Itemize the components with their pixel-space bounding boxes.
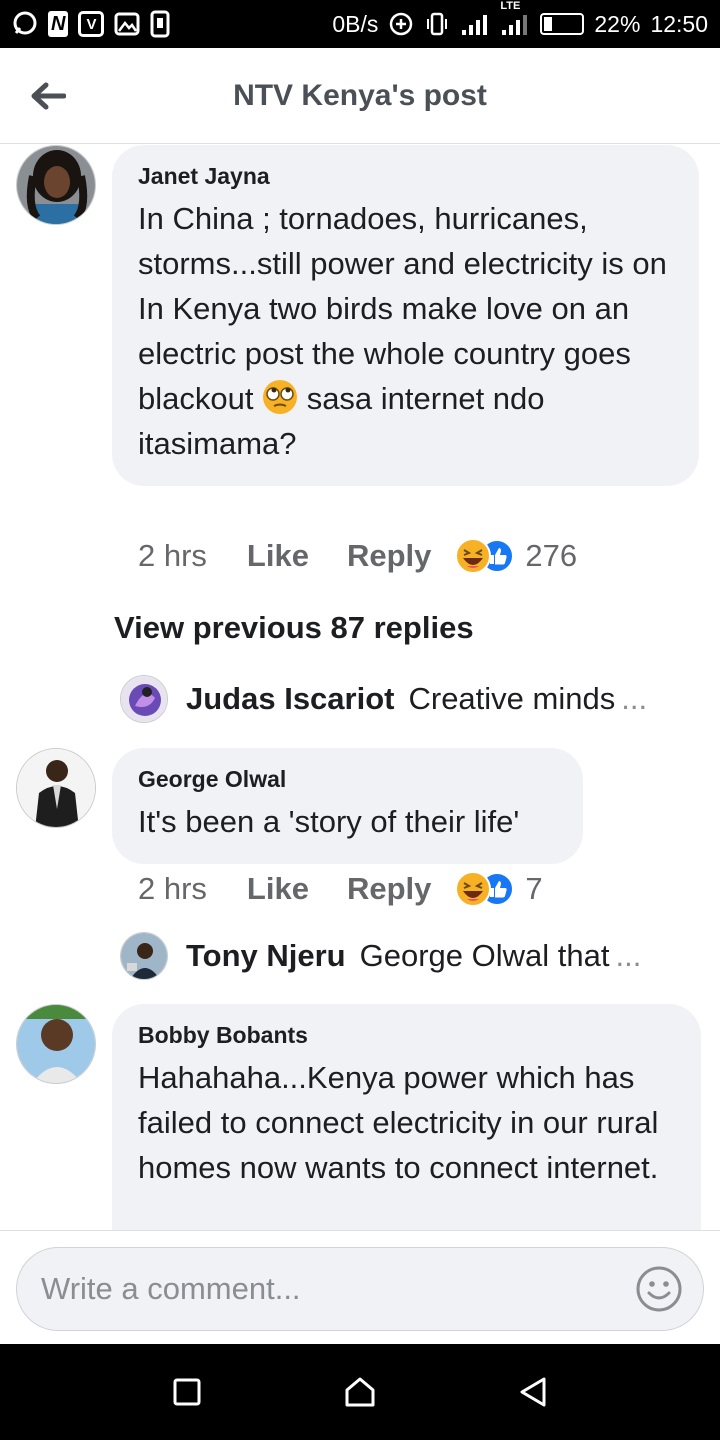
haha-reaction-icon	[455, 871, 492, 907]
triangle-back-icon	[520, 1377, 546, 1407]
eye-roll-emoji-icon	[262, 379, 298, 415]
comment-composer[interactable]	[16, 1247, 704, 1331]
battery-level: 22%	[594, 10, 641, 37]
comment-text: It's been a 'story of their life'	[138, 804, 520, 839]
comment-author[interactable]: Janet Jayna	[138, 163, 673, 190]
avatar[interactable]	[16, 1004, 96, 1084]
comment-input[interactable]	[41, 1271, 635, 1307]
page-title: NTV Kenya's post	[233, 78, 487, 112]
back-arrow-icon	[31, 82, 66, 109]
data-saver-icon	[388, 11, 414, 37]
clock: 12:50	[650, 10, 708, 37]
reply-ellipsis: ...	[621, 681, 648, 716]
comment-bubble[interactable]: George Olwal It's been a 'story of their…	[112, 748, 583, 864]
avatar[interactable]	[16, 145, 96, 225]
chat-bubble-icon	[12, 11, 38, 37]
network-type: LTE	[500, 0, 521, 12]
app-header: NTV Kenya's post	[0, 48, 720, 144]
avatar[interactable]	[16, 748, 96, 828]
comment-actions: 2 hrs Like Reply 276	[138, 538, 577, 574]
comment-time[interactable]: 2 hrs	[138, 538, 207, 574]
comment-time[interactable]: 2 hrs	[138, 871, 207, 907]
emoji-picker-icon[interactable]	[635, 1265, 683, 1313]
comment-text: In China ; tornadoes, hurricanes, storms…	[138, 196, 673, 466]
signal-icon	[460, 12, 490, 36]
reply-author[interactable]: Judas Iscariot	[186, 681, 394, 717]
lte-signal-icon: LTE	[500, 0, 530, 36]
comment-author[interactable]: Bobby Bobants	[138, 1022, 675, 1049]
home-button[interactable]	[330, 1362, 390, 1422]
comment-bubble[interactable]: Bobby Bobants Hahahaha...Kenya power whi…	[112, 1004, 701, 1230]
reply-snippet: George Olwal that	[359, 938, 610, 973]
reply-preview[interactable]: Judas Iscariot Creative minds ...	[120, 675, 680, 723]
square-icon	[173, 1378, 201, 1406]
comment-actions: 2 hrs Like Reply 7	[138, 871, 543, 907]
reaction-count[interactable]: 276	[525, 538, 577, 574]
status-bar: N V 0B/s LTE 22% 12:50	[0, 0, 720, 48]
vibrate-icon	[424, 11, 450, 37]
home-icon	[345, 1377, 375, 1407]
reaction-count[interactable]: 7	[525, 871, 542, 907]
view-previous-replies-link[interactable]: View previous 87 replies	[114, 610, 474, 646]
recent-apps-button[interactable]	[157, 1362, 217, 1422]
haha-reaction-icon	[455, 538, 492, 574]
net-speed: 0B/s	[332, 10, 379, 37]
back-button[interactable]	[0, 48, 96, 144]
comment-composer-bar	[0, 1230, 720, 1344]
reply-ellipsis: ...	[615, 938, 642, 973]
reply-snippet: Creative minds	[408, 681, 616, 716]
comment-bubble[interactable]: Janet Jayna In China ; tornadoes, hurric…	[112, 145, 699, 486]
reactions-summary[interactable]	[455, 871, 517, 907]
sim-storage-icon	[150, 10, 170, 38]
reply-button[interactable]: Reply	[347, 538, 431, 574]
comment-author[interactable]: George Olwal	[138, 766, 557, 793]
image-notification-icon	[114, 11, 140, 37]
notification-icons: N V	[12, 10, 170, 38]
reply-button[interactable]: Reply	[347, 871, 431, 907]
comments-feed[interactable]: Janet Jayna In China ; tornadoes, hurric…	[0, 145, 720, 1230]
avatar[interactable]	[120, 932, 168, 980]
news-app-icon: N	[48, 11, 69, 37]
v-app-icon: V	[78, 11, 105, 37]
like-button[interactable]: Like	[247, 538, 309, 574]
battery-icon	[540, 13, 585, 35]
system-indicators: 0B/s LTE 22% 12:50	[332, 0, 708, 38]
reply-preview[interactable]: Tony Njeru George Olwal that ...	[120, 932, 680, 980]
like-button[interactable]: Like	[247, 871, 309, 907]
system-nav-bar	[0, 1344, 720, 1440]
comment-text: Hahahaha...Kenya power which has failed …	[138, 1060, 659, 1185]
back-nav-button[interactable]	[503, 1362, 563, 1422]
avatar[interactable]	[120, 675, 168, 723]
reactions-summary[interactable]	[455, 538, 517, 574]
reply-author[interactable]: Tony Njeru	[186, 938, 346, 974]
